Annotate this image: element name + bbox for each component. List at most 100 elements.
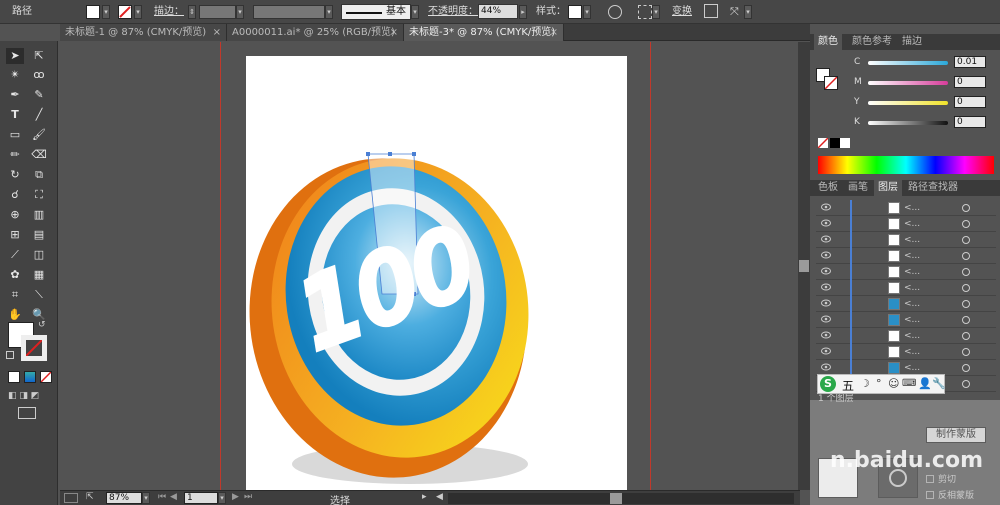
scrollbar-thumb[interactable] — [799, 260, 809, 272]
brush-dropdown[interactable]: ▾ — [411, 5, 419, 19]
first-page-icon[interactable]: ⏮ — [158, 492, 166, 502]
close-icon[interactable]: × — [550, 24, 558, 41]
target-circle-icon[interactable] — [962, 332, 970, 340]
brush-definition-field[interactable]: 基本 — [341, 4, 411, 20]
swap-fill-stroke-icon[interactable]: ↺ — [38, 320, 46, 330]
close-icon[interactable]: × — [213, 24, 221, 41]
eraser-tool-icon[interactable]: ⌫ — [30, 147, 48, 163]
anchor-point[interactable] — [412, 152, 416, 156]
tab-stroke[interactable]: 描边 — [898, 34, 926, 50]
tab-untitled-1[interactable]: 未标题-1 @ 87% (CMYK/预览) × — [60, 24, 227, 41]
eyedropper-tool-icon[interactable]: ⟋ — [6, 247, 24, 263]
rotate-tool-icon[interactable]: ↻ — [6, 167, 24, 183]
none-mode-icon[interactable] — [40, 371, 52, 383]
target-circle-icon[interactable] — [962, 284, 970, 292]
tab-layers[interactable]: 图层 — [874, 180, 902, 196]
layer-row[interactable]: <... — [816, 232, 996, 248]
variable-width-dropdown[interactable]: ▾ — [325, 5, 333, 19]
value-m[interactable]: 0 — [954, 76, 986, 88]
layer-name[interactable]: <... — [904, 200, 920, 216]
graphic-style-swatch[interactable] — [568, 5, 582, 19]
warp-tool-icon[interactable]: ☌ — [6, 187, 24, 203]
visibility-eye-icon[interactable] — [821, 315, 831, 323]
shape-builder-tool-icon[interactable]: ⊕ — [6, 207, 24, 223]
canvas-area[interactable]: 100 — [60, 42, 798, 490]
opacity-field[interactable]: 44% — [478, 4, 518, 19]
color-stroke-box[interactable] — [824, 76, 838, 90]
target-circle-icon[interactable] — [962, 364, 970, 372]
zoom-dropdown[interactable]: ▾ — [142, 492, 150, 504]
layer-row[interactable]: <... — [816, 264, 996, 280]
gradient-mode-icon[interactable] — [24, 371, 36, 383]
target-circle-icon[interactable] — [962, 348, 970, 356]
direct-selection-tool-icon[interactable]: ⇱ — [30, 48, 48, 64]
mesh-tool-icon[interactable]: ⊞ — [6, 227, 24, 243]
paintbrush-tool-icon[interactable]: 🖌 — [30, 127, 48, 143]
export-icon[interactable]: ⇱ — [86, 492, 94, 502]
pen-tool-icon[interactable]: ✒ — [6, 87, 24, 103]
punctuation-icon[interactable]: ° — [876, 377, 882, 390]
layer-name[interactable]: <... — [904, 312, 920, 328]
tab-color[interactable]: 颜色 — [814, 34, 842, 50]
last-page-icon[interactable]: ⏭ — [244, 492, 252, 502]
hand-tool-icon[interactable]: ✋ — [6, 307, 24, 323]
slider-m[interactable] — [868, 81, 948, 85]
anchor-point[interactable] — [388, 152, 392, 156]
target-circle-icon[interactable] — [962, 236, 970, 244]
scale-tool-icon[interactable]: ⧉ — [30, 167, 48, 183]
visibility-eye-icon[interactable] — [821, 235, 831, 243]
visibility-eye-icon[interactable] — [821, 267, 831, 275]
align-icon[interactable] — [638, 5, 652, 19]
transform-options-dropdown[interactable]: ▾ — [744, 5, 752, 19]
layer-row[interactable]: <... — [816, 328, 996, 344]
line-tool-icon[interactable]: ╱ — [30, 107, 48, 123]
anchor-point[interactable] — [366, 152, 370, 156]
opacity-dropdown[interactable]: ▸ — [519, 5, 527, 19]
align-dropdown[interactable]: ▾ — [652, 5, 660, 19]
layer-row[interactable]: <... — [816, 344, 996, 360]
artboard-tool-icon[interactable]: ⌗ — [6, 287, 24, 303]
emoji-icon[interactable]: ☺ — [888, 377, 899, 390]
target-circle-icon[interactable] — [962, 380, 970, 388]
tab-brushes[interactable]: 画笔 — [844, 180, 872, 196]
scroll-left-icon[interactable]: ◀ — [436, 492, 443, 502]
slice-tool-icon[interactable]: ⟍ — [30, 287, 48, 303]
layer-name[interactable]: <... — [904, 248, 920, 264]
h-scrollbar-thumb[interactable] — [610, 493, 622, 504]
black-swatch[interactable] — [830, 138, 840, 148]
layer-row[interactable]: <... — [816, 312, 996, 328]
horizontal-scrollbar[interactable] — [448, 493, 794, 504]
pencil-tool-icon[interactable]: ✏ — [6, 147, 24, 163]
slider-k[interactable] — [868, 121, 948, 125]
fill-swatch[interactable] — [86, 5, 100, 19]
page-dropdown[interactable]: ▾ — [218, 492, 226, 504]
gradient-tool-icon[interactable]: ▤ — [30, 227, 48, 243]
tab-swatches[interactable]: 色板 — [814, 180, 842, 196]
badge-artwork[interactable]: 100 — [246, 56, 627, 490]
visibility-eye-icon[interactable] — [821, 363, 831, 371]
white-swatch[interactable] — [840, 138, 850, 148]
curvature-tool-icon[interactable]: ✎ — [30, 87, 48, 103]
layer-row[interactable]: <... — [816, 200, 996, 216]
slider-c[interactable] — [868, 61, 948, 65]
visibility-eye-icon[interactable] — [821, 283, 831, 291]
stroke-color-box[interactable] — [21, 335, 47, 361]
zoom-field[interactable]: 87% — [106, 492, 142, 504]
layer-name[interactable]: <... — [904, 232, 920, 248]
stroke-swatch[interactable] — [118, 5, 132, 19]
fill-dropdown[interactable]: ▾ — [102, 5, 110, 19]
value-k[interactable]: 0 — [954, 116, 986, 128]
ime-mode-label[interactable]: 五 — [842, 377, 854, 394]
status-menu-icon[interactable]: ▸ — [422, 492, 427, 502]
layer-row[interactable]: <... — [816, 296, 996, 312]
visibility-eye-icon[interactable] — [821, 299, 831, 307]
page-field[interactable]: 1 — [184, 492, 218, 504]
drawing-modes-icon[interactable]: ◧ ◨ ◩ — [8, 391, 50, 401]
free-transform-tool-icon[interactable]: ⛶ — [30, 187, 48, 203]
transform-label[interactable]: 变换 — [672, 0, 692, 24]
screen-mode-icon[interactable] — [18, 407, 36, 419]
stroke-dropdown[interactable]: ▾ — [134, 5, 142, 19]
none-swatch[interactable] — [817, 137, 829, 149]
layer-name[interactable]: <... — [904, 216, 920, 232]
layer-name[interactable]: <... — [904, 264, 920, 280]
